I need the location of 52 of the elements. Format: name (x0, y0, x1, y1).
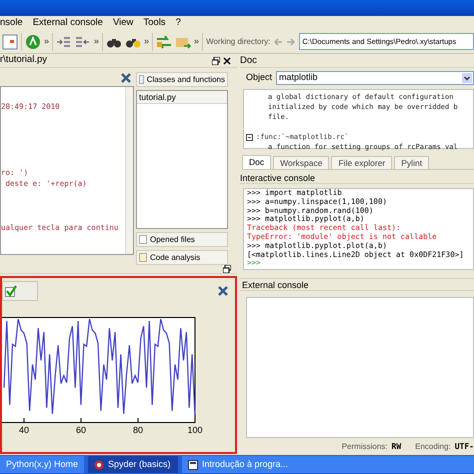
class-tree[interactable]: tutorial.py (136, 90, 228, 229)
taskbar-button[interactable]: Spyder (basics) (88, 456, 178, 473)
close-icon[interactable] (223, 56, 231, 64)
menu-item[interactable]: ? (176, 18, 181, 28)
tab[interactable]: Doc (242, 155, 272, 169)
float-icon[interactable] (212, 56, 220, 64)
tab[interactable]: Workspace (273, 156, 330, 169)
status-value: RW (392, 440, 402, 452)
app-icon[interactable] (94, 460, 104, 470)
arrows-icon[interactable] (156, 34, 172, 50)
apply-button[interactable] (2, 281, 38, 301)
interactive-console[interactable] (243, 188, 474, 270)
taskbar-button[interactable]: Introdução à progra... (182, 456, 474, 473)
tab[interactable]: Pylint (394, 156, 430, 169)
overflow-chevron[interactable]: » (194, 34, 200, 48)
pane-title: External console (240, 278, 474, 291)
overflow-chevron[interactable]: » (144, 34, 150, 48)
pane-title: r\tutorial.py (0, 53, 48, 68)
panel-button[interactable]: Code analysis (136, 250, 228, 265)
checkmark-icon[interactable] (5, 285, 17, 297)
panel-button[interactable]: Classes and functions (136, 72, 228, 87)
object-combo[interactable]: matplotlib (276, 71, 474, 85)
tick-label: 80 (133, 424, 143, 437)
dropdown-icon[interactable] (462, 73, 472, 83)
menu-item[interactable]: Tools (143, 18, 166, 28)
tick-label: 40 (19, 424, 29, 437)
pane-title: Interactive console (240, 172, 474, 184)
float-icon[interactable] (223, 265, 231, 273)
status-label: Encoding: (415, 440, 451, 452)
status-value: UTF- (454, 440, 474, 452)
status-label: Permissions: (342, 440, 388, 452)
collapse-icon[interactable] (246, 134, 253, 140)
taskbar-button[interactable]: Python(x,y) Home (0, 456, 84, 473)
panel-button[interactable]: Opened files (136, 232, 228, 247)
run-icon[interactable] (25, 34, 41, 50)
overflow-chevron[interactable]: » (44, 34, 50, 48)
tree-header: tutorial.py (137, 91, 227, 104)
pane-title: Doc (240, 54, 474, 68)
menu-item[interactable]: nsole (0, 18, 23, 28)
menu-item[interactable]: View (112, 18, 134, 28)
overflow-chevron[interactable]: » (94, 34, 100, 48)
toggle-icon (139, 75, 144, 84)
app-icon[interactable] (188, 460, 198, 470)
working-directory-label: Working directory: (206, 36, 270, 48)
vertical-scrollbar[interactable] (125, 87, 133, 254)
tab[interactable]: File explorer (331, 156, 392, 169)
tick-label: 60 (76, 424, 86, 437)
menu-item[interactable]: External console (32, 18, 103, 28)
combo-value: matplotlib (279, 71, 319, 84)
tick-label: 100 (187, 424, 203, 437)
object-label: Object (246, 71, 272, 84)
layout-icon[interactable] (2, 34, 18, 50)
